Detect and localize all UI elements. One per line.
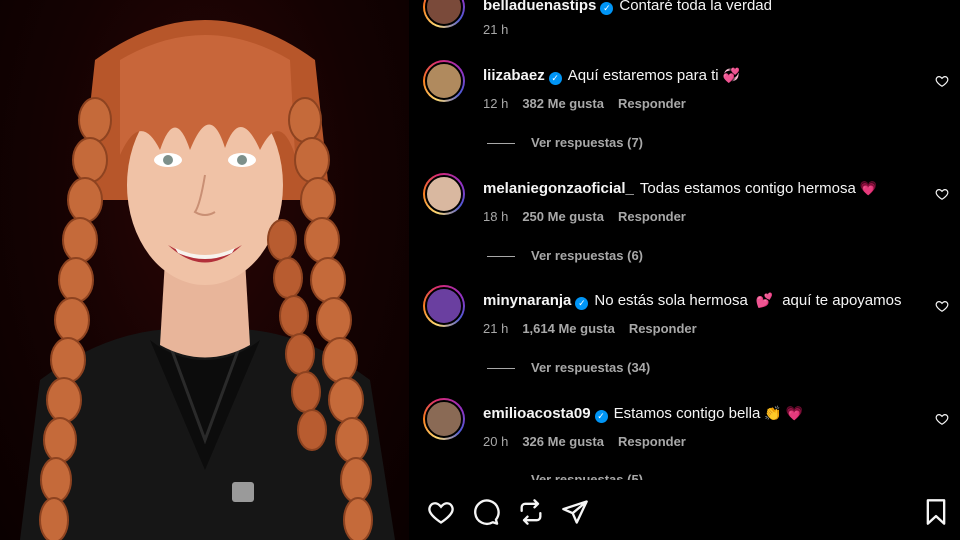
reply-button[interactable]: Responder (618, 434, 686, 449)
comment-emoji: 💗 (859, 180, 878, 196)
comment-meta: 20 h 326 Me gusta Responder (483, 434, 700, 449)
divider (487, 256, 515, 258)
heart-outline-icon[interactable] (427, 498, 455, 526)
comment-emoji: 💞 (722, 67, 741, 83)
verified-badge-icon: ✓ (575, 297, 589, 310)
comment-meta: 21 h 1,614 Me gusta Responder (483, 321, 711, 336)
comment-bubble-icon[interactable] (472, 498, 500, 526)
comment-line: belladuenastips ✓ Contaré toda la verdad (483, 0, 772, 16)
view-replies-label: Ver respuestas (7) (531, 135, 644, 150)
view-replies-button[interactable]: Ver respuestas (7) (487, 135, 643, 150)
comment-item: minynaranja ✓ No estás sola hermosa 💕 aquí t… (409, 285, 960, 345)
comment-text: Aquí estaremos para ti (567, 67, 719, 84)
comment-likes[interactable]: 326 Me gusta (522, 434, 604, 449)
comment-likes[interactable]: 382 Me gusta (522, 96, 604, 111)
view-replies-label: Ver respuestas (5) (531, 472, 644, 480)
comment-likes[interactable]: 1,614 Me gusta (522, 321, 615, 336)
view-replies-button[interactable]: Ver respuestas (5) (487, 472, 643, 480)
comment-meta: 18 h 250 Me gusta Responder (483, 209, 700, 224)
comment-username[interactable]: melaniegonzaoficial_ (483, 180, 634, 197)
comment-time[interactable]: 20 h (483, 434, 508, 449)
verified-badge-icon: ✓ (548, 72, 562, 85)
comment-text: Estamos contigo bella (613, 405, 761, 422)
heart-outline-icon[interactable] (935, 187, 949, 201)
comment-emoji: 👏 (764, 405, 782, 421)
comment-text: Contaré toda la verdad (619, 0, 772, 14)
comment-username[interactable]: belladuenastips (483, 0, 596, 14)
comment-item: liizabaez ✓ Aquí estaremos para ti 💞 12 h 38… (409, 60, 960, 120)
avatar[interactable] (423, 0, 465, 28)
view-replies-button[interactable]: Ver respuestas (34) (487, 360, 650, 375)
comment-time[interactable]: 21 h (483, 22, 508, 37)
verified-badge-icon: ✓ (594, 410, 608, 423)
comment-time[interactable]: 18 h (483, 209, 508, 224)
repost-icon[interactable] (517, 498, 545, 526)
avatar[interactable] (423, 398, 465, 440)
view-replies-label: Ver respuestas (34) (531, 360, 651, 375)
comment-text: Todas estamos contigo hermosa (639, 180, 856, 197)
divider (487, 368, 515, 370)
paper-plane-icon[interactable] (561, 498, 589, 526)
comment-username[interactable]: minynaranja (483, 292, 571, 309)
view-replies-label: Ver respuestas (6) (531, 248, 644, 263)
heart-outline-icon[interactable] (935, 299, 949, 313)
comment-item: emilioacosta09 ✓ Estamos contigo bella 👏 💗 2… (409, 398, 960, 458)
comment-username[interactable]: liizabaez (483, 67, 545, 84)
avatar-image (425, 0, 463, 26)
avatar[interactable] (423, 173, 465, 215)
post-media[interactable] (0, 0, 409, 540)
view-replies-button[interactable]: Ver respuestas (6) (487, 248, 643, 263)
post-action-bar (409, 480, 960, 540)
post-photo (20, 20, 395, 540)
comment-line: emilioacosta09 ✓ Estamos contigo bella 👏 💗 (483, 403, 803, 424)
comment-meta: 21 h (483, 22, 522, 37)
avatar-image (425, 400, 463, 438)
comment-line: minynaranja ✓ No estás sola hermosa 💕 aquí t… (483, 290, 901, 311)
comment-item: belladuenastips ✓ Contaré toda la verdad 2… (409, 0, 960, 46)
comment-time[interactable]: 12 h (483, 96, 508, 111)
bookmark-icon[interactable] (922, 498, 950, 526)
avatar-image (425, 175, 463, 213)
comment-time[interactable]: 21 h (483, 321, 508, 336)
verified-badge-icon: ✓ (600, 2, 614, 15)
comment-meta: 12 h 382 Me gusta Responder (483, 96, 700, 111)
comments-panel: belladuenastips ✓ Contaré toda la verdad 2… (409, 0, 960, 540)
comment-emoji: 💕 (755, 292, 774, 308)
reply-button[interactable]: Responder (629, 321, 697, 336)
comment-text: No estás sola hermosa (594, 292, 748, 309)
heart-outline-icon[interactable] (935, 74, 949, 88)
avatar-image (425, 62, 463, 100)
heart-outline-icon[interactable] (935, 412, 949, 426)
comment-likes[interactable]: 250 Me gusta (522, 209, 604, 224)
reply-button[interactable]: Responder (618, 209, 686, 224)
comment-item: melaniegonzaoficial_ Todas estamos contig… (409, 173, 960, 233)
reply-button[interactable]: Responder (618, 96, 686, 111)
comment-text-continued: aquí te apoyamos (782, 292, 902, 309)
avatar[interactable] (423, 60, 465, 102)
divider (487, 143, 515, 145)
avatar-image (425, 287, 463, 325)
comment-username[interactable]: emilioacosta09 (483, 405, 591, 422)
comment-line: melaniegonzaoficial_ Todas estamos contig… (483, 178, 877, 199)
avatar[interactable] (423, 285, 465, 327)
comment-line: liizabaez ✓ Aquí estaremos para ti 💞 (483, 65, 740, 86)
comments-list[interactable]: belladuenastips ✓ Contaré toda la verdad 2… (409, 0, 960, 480)
comment-emoji-2: 💗 (785, 405, 804, 421)
